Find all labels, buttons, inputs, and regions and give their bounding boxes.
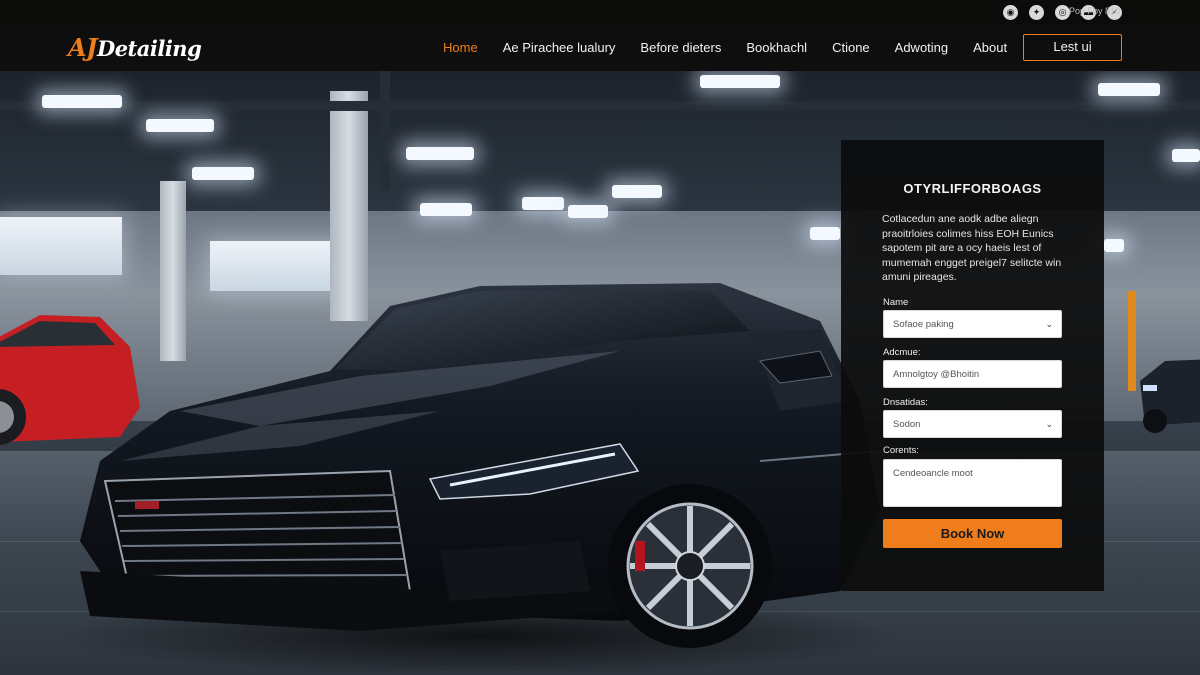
book-now-button[interactable]: Book Now: [883, 519, 1062, 548]
social-icon-3[interactable]: ◎: [1055, 4, 1070, 20]
ceiling-light: [1104, 239, 1124, 252]
service-select-value: Sodon: [893, 419, 921, 430]
social-icon-2[interactable]: ✦: [1029, 4, 1044, 20]
ceiling-light: [192, 167, 254, 180]
field-label-name: Name: [883, 297, 909, 308]
booking-title: OTYRLIFFORBOAGS: [903, 181, 1042, 196]
ceiling-light: [522, 197, 564, 210]
parked-car-image: [1140, 359, 1200, 433]
nav-ctione[interactable]: Ctione: [832, 40, 870, 55]
ceiling-light: [406, 147, 474, 160]
logo-text: Detailing: [96, 36, 202, 61]
field-label-destination: Dnsatidas:: [883, 397, 928, 408]
ceiling-beam: [0, 101, 1200, 111]
ceiling-light: [612, 185, 662, 198]
nav-cta-button[interactable]: Lest ui: [1023, 34, 1122, 61]
primary-nav: Home Ae Pirachee lualury Before dieters …: [443, 24, 1007, 71]
comments-textarea[interactable]: Cendeoancle moot: [883, 459, 1062, 507]
nav-booking[interactable]: Bookhachl: [746, 40, 807, 55]
ceiling-light: [1172, 149, 1200, 162]
site-logo[interactable]: AJDetailing: [68, 33, 202, 62]
ceiling-light: [700, 75, 780, 88]
service-select[interactable]: Sodon ⌄: [883, 410, 1062, 438]
nav-luxury[interactable]: Ae Pirachee lualury: [503, 40, 616, 55]
top-utility-bar: ◉ ✦ ◎ ▬ ✓: [0, 0, 1200, 24]
ceiling-light: [146, 119, 214, 132]
field-label-address: Adcmue:: [883, 347, 921, 358]
field-label-comments: Corents:: [883, 445, 919, 456]
address-input[interactable]: Amnolgtoy @Bhoitin: [883, 360, 1062, 388]
nav-about[interactable]: About: [973, 40, 1007, 55]
booking-panel: OTYRLIFFORBOAGS Cotlacedun ane aodk adbe…: [841, 140, 1104, 591]
social-icon-1[interactable]: ◉: [1003, 4, 1018, 20]
comments-placeholder: Cendeoancle moot: [893, 468, 973, 479]
ceiling-light: [42, 95, 122, 108]
address-input-value: Amnolgtoy @Bhoitin: [893, 369, 980, 380]
hero-car-image: [60, 283, 900, 671]
chevron-down-icon: ⌄: [1045, 319, 1053, 329]
top-bar-text: Pop Fby 810: [1068, 6, 1120, 16]
name-select-value: Sofaoe paking: [893, 319, 954, 330]
nav-adwoting[interactable]: Adwoting: [895, 40, 948, 55]
nav-before-after[interactable]: Before dieters: [640, 40, 721, 55]
ceiling-beam: [380, 71, 390, 191]
logo-accent: AJ: [68, 33, 97, 62]
name-select[interactable]: Sofaoe paking ⌄: [883, 310, 1062, 338]
ceiling-light: [1098, 83, 1160, 96]
main-navbar: AJDetailing Home Ae Pirachee lualury Bef…: [0, 24, 1200, 71]
chevron-down-icon: ⌄: [1045, 419, 1053, 429]
nav-home[interactable]: Home: [443, 40, 478, 55]
booking-description: Cotlacedun ane aodk adbe aliegn praoitrl…: [882, 213, 1062, 284]
